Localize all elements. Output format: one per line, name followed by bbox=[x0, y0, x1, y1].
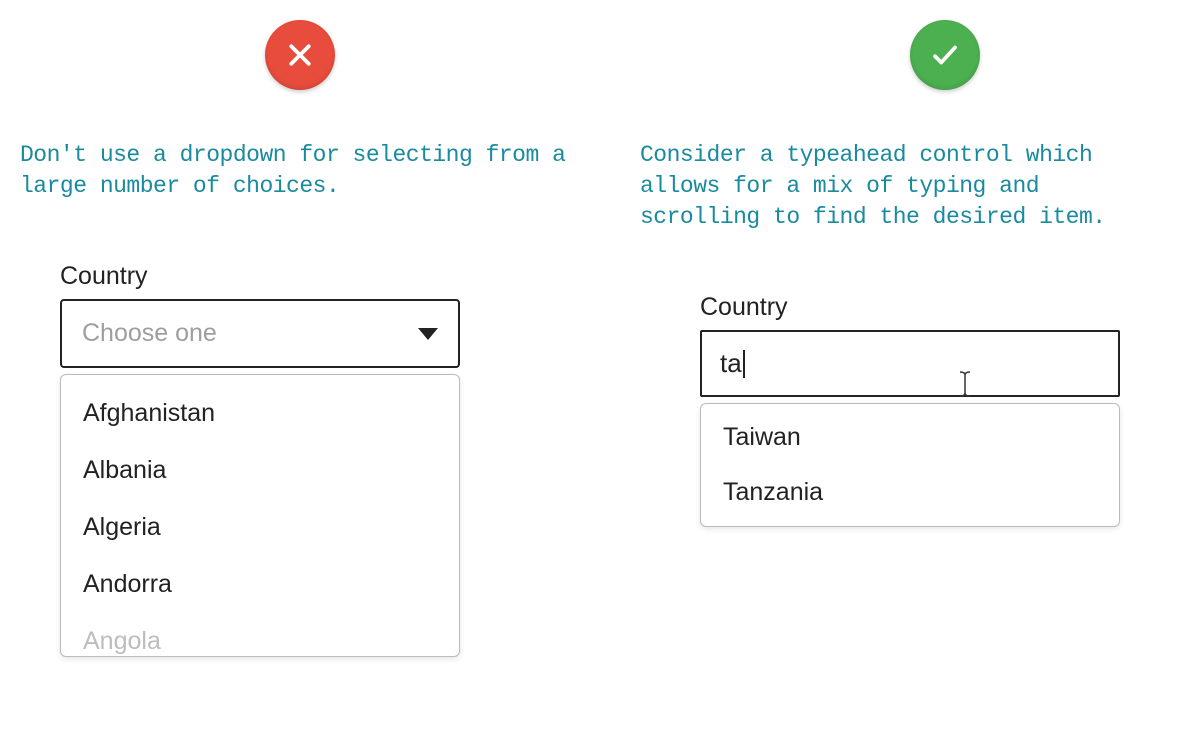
dropdown-placeholder: Choose one bbox=[82, 319, 217, 348]
dont-caption: Don't use a dropdown for selecting from … bbox=[20, 140, 600, 202]
dont-column: Don't use a dropdown for selecting from … bbox=[0, 20, 620, 730]
country-typeahead-input[interactable]: ta bbox=[700, 330, 1120, 397]
text-cursor-icon bbox=[743, 350, 745, 378]
country-label: Country bbox=[700, 293, 1120, 322]
dropdown-option[interactable]: Afghanistan bbox=[61, 385, 459, 442]
country-label: Country bbox=[60, 262, 460, 291]
dropdown-option[interactable]: Albania bbox=[61, 442, 459, 499]
typeahead-option[interactable]: Tanzania bbox=[701, 465, 1119, 520]
check-icon bbox=[910, 20, 980, 90]
dropdown-menu: Afghanistan Albania Algeria Andorra Ango… bbox=[60, 374, 460, 657]
country-dropdown[interactable]: Choose one bbox=[60, 299, 460, 368]
do-column: Consider a typeahead control which allow… bbox=[620, 20, 1200, 730]
chevron-down-icon bbox=[418, 328, 438, 340]
ibeam-cursor-icon bbox=[957, 370, 973, 405]
dropdown-option[interactable]: Andorra bbox=[61, 556, 459, 613]
typeahead-menu: Taiwan Tanzania bbox=[700, 403, 1120, 527]
comparison-container: Don't use a dropdown for selecting from … bbox=[0, 0, 1200, 730]
dropdown-option[interactable]: Angola bbox=[61, 613, 459, 656]
typeahead-option[interactable]: Taiwan bbox=[701, 410, 1119, 465]
dont-form-group: Country Choose one Afghanistan Albania A… bbox=[60, 262, 460, 657]
dropdown-option[interactable]: Algeria bbox=[61, 499, 459, 556]
do-caption: Consider a typeahead control which allow… bbox=[640, 140, 1180, 233]
do-form-group: Country ta Taiwan Tanzania bbox=[700, 293, 1120, 527]
cross-icon bbox=[265, 20, 335, 90]
typeahead-value: ta bbox=[720, 348, 742, 379]
